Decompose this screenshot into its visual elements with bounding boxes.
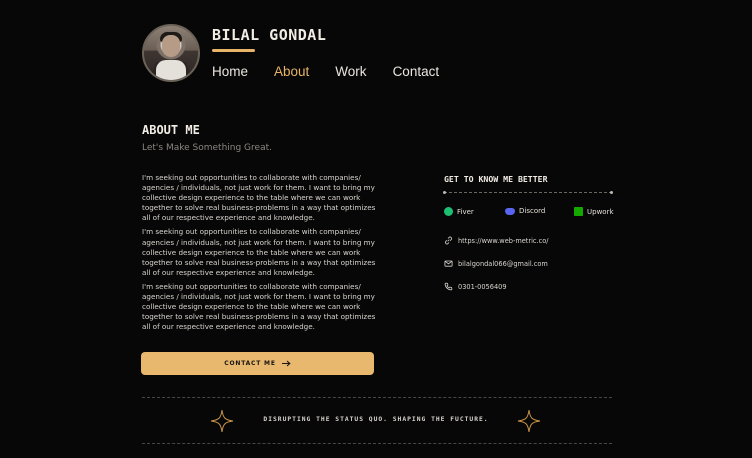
social-link-upwork[interactable]: Upwork <box>574 207 614 216</box>
footer-divider-top <box>142 397 612 398</box>
mail-icon <box>444 260 453 267</box>
profile-avatar <box>142 24 200 82</box>
phone-text: 0301-0056409 <box>458 282 507 291</box>
arrow-right-icon <box>281 360 291 367</box>
about-text: I'm seeking out opportunities to collabo… <box>142 173 380 336</box>
nav-about[interactable]: About <box>274 64 309 79</box>
contact-me-button[interactable]: CONTACT ME <box>141 352 374 375</box>
footer-tagline: DISRUPTING THE STATUS QUO. SHAPING THE F… <box>263 416 489 423</box>
discord-icon <box>505 207 515 215</box>
nav-contact[interactable]: Contact <box>393 64 440 79</box>
sidebar-divider <box>443 191 613 194</box>
sidebar-title: GET TO KNOW ME BETTER <box>444 174 548 184</box>
social-link-fiverr[interactable]: Fiver <box>444 207 474 216</box>
main-nav: Home About Work Contact <box>212 64 439 79</box>
website-text: https://www.web-metric.co/ <box>458 236 549 245</box>
nav-work[interactable]: Work <box>335 64 366 79</box>
link-icon <box>445 236 452 245</box>
phone-icon <box>444 282 453 291</box>
about-paragraph: I'm seeking out opportunities to collabo… <box>142 281 376 332</box>
phone-link[interactable]: 0301-0056409 <box>444 282 507 291</box>
brand-underline <box>212 49 255 52</box>
social-label: Upwork <box>587 207 614 216</box>
contact-me-label: CONTACT ME <box>224 360 276 367</box>
about-paragraph: I'm seeking out opportunities to collabo… <box>142 173 376 223</box>
footer-divider-bottom <box>142 443 612 444</box>
website-link[interactable]: https://www.web-metric.co/ <box>444 236 549 245</box>
fiverr-icon <box>444 207 453 216</box>
brand-name[interactable]: BILAL GONDAL <box>212 26 326 44</box>
section-subtitle: Let's Make Something Great. <box>142 143 272 153</box>
social-label: Fiver <box>457 207 474 216</box>
nav-home[interactable]: Home <box>212 64 248 79</box>
sparkle-icon <box>517 409 541 433</box>
about-paragraph: I'm seeking out opportunities to collabo… <box>142 227 376 277</box>
social-label: Discord <box>519 207 546 215</box>
email-link[interactable]: bilalgondal066@gmail.com <box>444 259 548 268</box>
section-title: ABOUT ME <box>142 123 200 137</box>
upwork-icon <box>574 207 583 216</box>
social-link-discord[interactable]: Discord <box>505 207 545 215</box>
email-text: bilalgondal066@gmail.com <box>458 259 548 268</box>
